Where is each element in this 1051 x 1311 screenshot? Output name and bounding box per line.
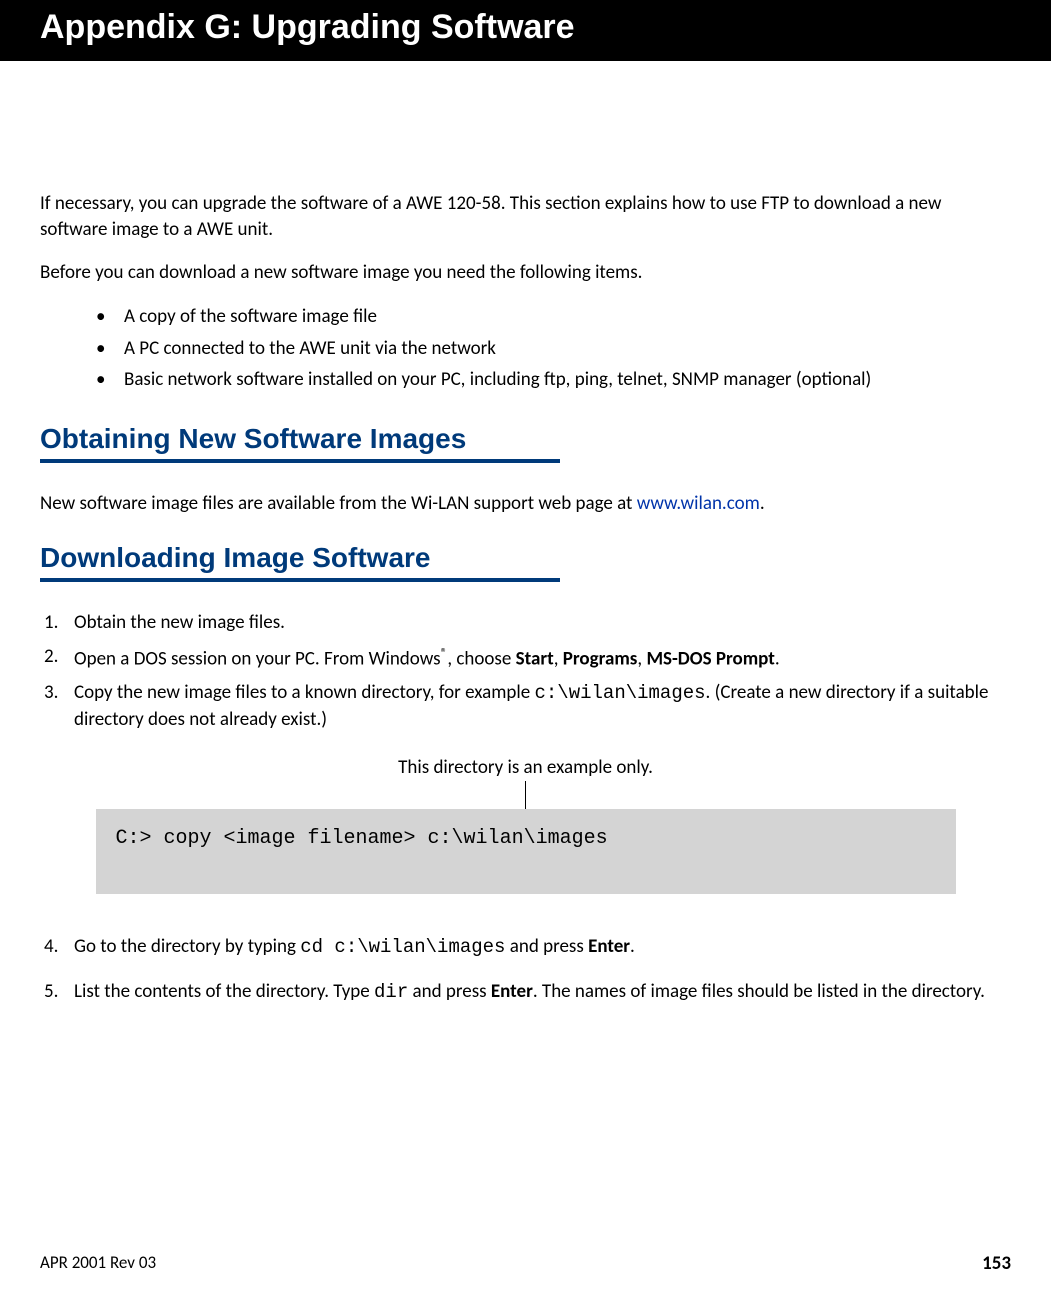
steps-list: 1. Obtain the new image files. 2. Open a… [40, 610, 1011, 732]
header-title: Appendix G: Upgrading Software [40, 8, 575, 46]
step-item: 2. Open a DOS session on your PC. From W… [40, 644, 1011, 672]
page-number: 153 [982, 1252, 1011, 1275]
list-item: • A PC connected to the AWE unit via the… [96, 336, 1011, 362]
section-heading-obtaining: Obtaining New Software Images [40, 423, 1011, 455]
support-link[interactable]: www.wilan.com [637, 492, 760, 515]
step-text: Go to the directory by typing cd c:\wila… [74, 934, 635, 961]
intro-paragraph-2: Before you can download a new software i… [40, 260, 1011, 286]
step-number: 1. [44, 610, 74, 636]
code-example-box: C:> copy <image filename> c:\wilan\image… [96, 809, 956, 894]
bullet-icon: • [96, 336, 124, 362]
text-fragment: . [775, 647, 780, 670]
text-fragment: , choose [447, 647, 515, 670]
steps-list-continued: 4. Go to the directory by typing cd c:\w… [40, 934, 1011, 1005]
step-item: 5. List the contents of the directory. T… [40, 979, 1011, 1006]
list-item-text: A PC connected to the AWE unit via the n… [124, 336, 496, 362]
text-fragment: . [630, 935, 635, 958]
text-fragment: Open a DOS session on your PC. From Wind… [74, 647, 441, 670]
text-fragment: and press [408, 980, 491, 1003]
intro-paragraph-1: If necessary, you can upgrade the softwa… [40, 191, 1011, 242]
step-text: List the contents of the directory. Type… [74, 979, 985, 1006]
step-item: 3. Copy the new image files to a known d… [40, 680, 1011, 732]
step-number: 4. [44, 934, 74, 961]
bullet-icon: • [96, 304, 124, 330]
page-content: If necessary, you can upgrade the softwa… [0, 61, 1051, 1006]
requirements-list: • A copy of the software image file • A … [96, 304, 1011, 393]
list-item-text: Basic network software installed on your… [124, 367, 871, 393]
section-heading-downloading: Downloading Image Software [40, 542, 1011, 574]
code-command: dir [374, 981, 408, 1003]
step-number: 5. [44, 979, 74, 1006]
key-enter: Enter [588, 935, 630, 958]
step-text: Open a DOS session on your PC. From Wind… [74, 644, 780, 672]
step-item: 4. Go to the directory by typing cd c:\w… [40, 934, 1011, 961]
text-fragment: List the contents of the directory. Type [74, 980, 374, 1003]
code-command: cd c:\wilan\images [300, 936, 505, 958]
ui-label-start: Start [516, 647, 554, 670]
text-fragment: Copy the new image files to a known dire… [74, 681, 535, 704]
callout-label: This directory is an example only. [40, 756, 1011, 779]
text-fragment: New software image files are available f… [40, 492, 637, 515]
heading-rule [40, 459, 560, 463]
ui-label-programs: Programs [563, 647, 638, 670]
text-fragment: . The names of image files should be lis… [533, 980, 985, 1003]
step-text: Obtain the new image files. [74, 610, 285, 636]
bullet-icon: • [96, 367, 124, 393]
text-fragment: Go to the directory by typing [74, 935, 300, 958]
list-item: • A copy of the software image file [96, 304, 1011, 330]
page-footer: APR 2001 Rev 03 153 [40, 1252, 1011, 1275]
obtaining-paragraph: New software image files are available f… [40, 491, 1011, 517]
text-fragment: , [554, 647, 563, 670]
list-item-text: A copy of the software image file [124, 304, 377, 330]
step-number: 3. [44, 680, 74, 732]
step-number: 2. [44, 644, 74, 672]
example-callout: This directory is an example only. C:> c… [40, 756, 1011, 894]
list-item: • Basic network software installed on yo… [96, 367, 1011, 393]
step-text: Copy the new image files to a known dire… [74, 680, 1011, 732]
heading-rule [40, 578, 560, 582]
step-item: 1. Obtain the new image files. [40, 610, 1011, 636]
key-enter: Enter [491, 980, 533, 1003]
code-path: c:\wilan\images [535, 682, 706, 704]
callout-pointer-line [525, 781, 526, 809]
text-fragment: . [760, 492, 765, 515]
text-fragment: and press [505, 935, 588, 958]
footer-date: APR 2001 Rev 03 [40, 1252, 156, 1275]
page-header: Appendix G: Upgrading Software [0, 0, 1051, 61]
ui-label-msdos: MS-DOS Prompt [646, 647, 774, 670]
